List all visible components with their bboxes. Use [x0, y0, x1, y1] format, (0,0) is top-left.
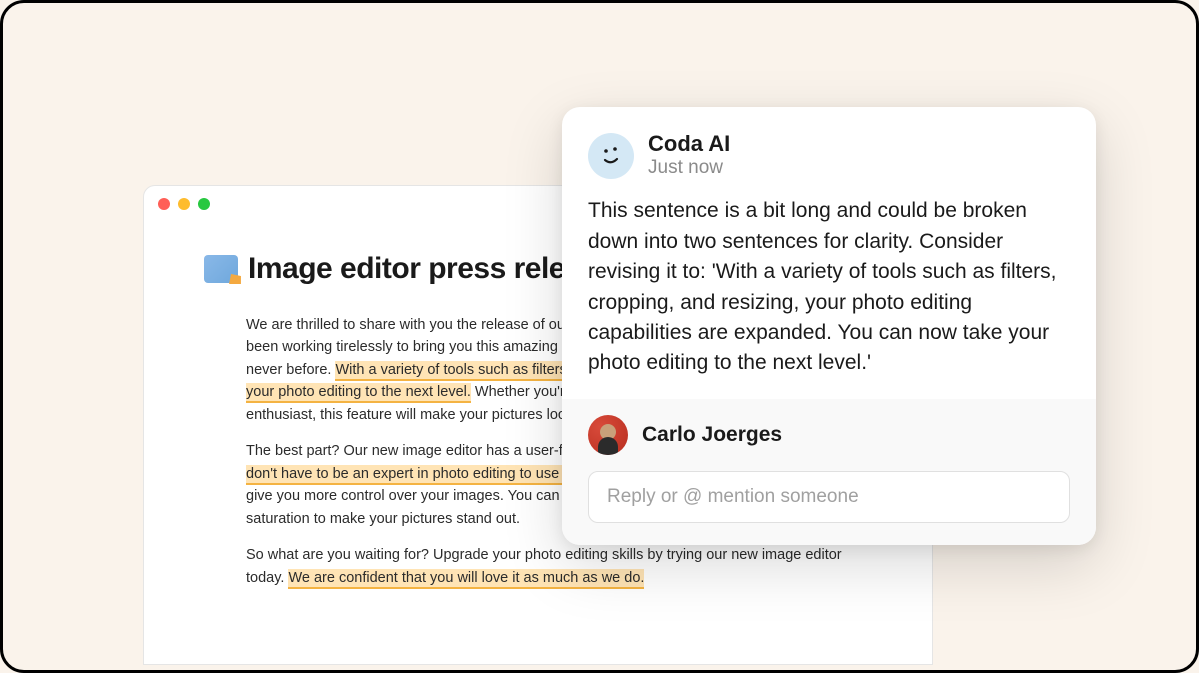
paragraph-3[interactable]: So what are you waiting for? Upgrade you…: [246, 544, 872, 589]
maximize-window-button[interactable]: [198, 198, 210, 210]
image-editor-icon: [204, 255, 238, 283]
comment-timestamp: Just now: [648, 157, 730, 180]
reply-user-name: Carlo Joerges: [642, 423, 782, 447]
minimize-window-button[interactable]: [178, 198, 190, 210]
reply-section: Carlo Joerges: [562, 399, 1096, 545]
reply-user-row: Carlo Joerges: [588, 415, 1070, 455]
para3-highlight[interactable]: We are confident that you will love it a…: [288, 569, 644, 589]
comment-meta: Coda AI Just now: [648, 131, 730, 180]
document-title[interactable]: Image editor press release: [248, 252, 614, 286]
close-window-button[interactable]: [158, 198, 170, 210]
comment-body: This sentence is a bit long and could be…: [588, 196, 1070, 379]
comment-author: Coda AI: [648, 131, 730, 157]
comment-header: Coda AI Just now: [588, 131, 1070, 180]
reply-input[interactable]: [588, 471, 1070, 523]
smiley-icon: [596, 141, 626, 171]
comment-card: Coda AI Just now This sentence is a bit …: [562, 107, 1096, 545]
user-avatar: [588, 415, 628, 455]
ai-avatar: [588, 133, 634, 179]
